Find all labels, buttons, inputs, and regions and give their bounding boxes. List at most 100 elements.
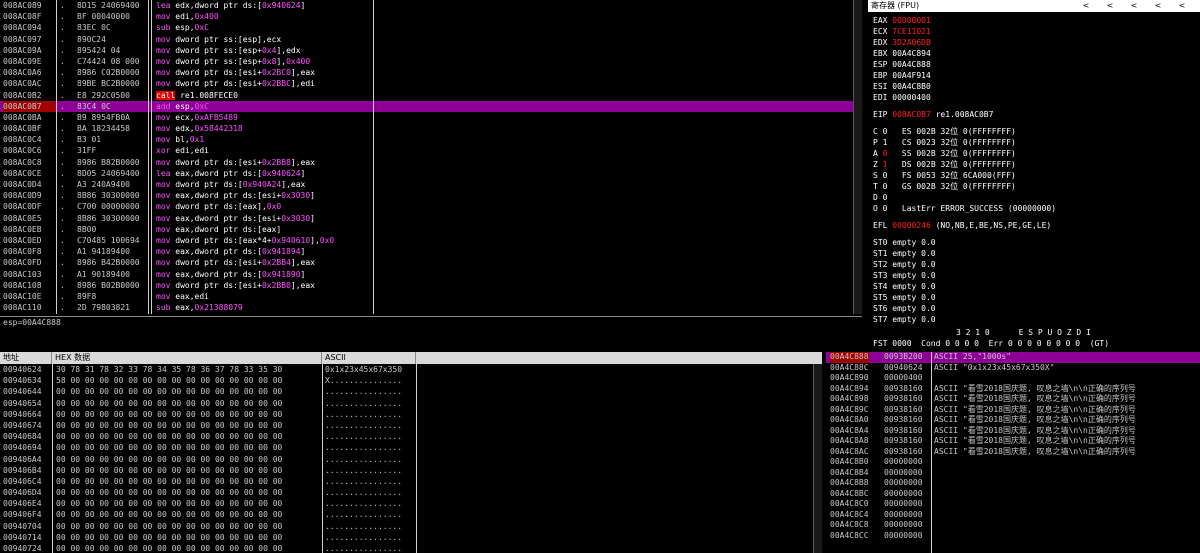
register-value[interactable]: 00A4C888 [892,60,931,69]
stack-row[interactable]: 00A4C8CC 00000000 [826,531,1200,542]
dump-row[interactable]: 009406F4 00 00 00 00 00 00 00 00 00 00 00… [0,509,822,520]
stack-row[interactable]: 00A4C8C8 00000000 [826,520,1200,531]
dump-row[interactable]: 00940634 58 00 00 00 00 00 00 00 00 00 00… [0,375,822,386]
disasm-row[interactable]: 008AC0D9. 8B86 30300000 mov eax,dword ptr … [0,190,862,201]
dump-header-ascii[interactable]: ASCII [322,352,416,364]
dump-address: 00940664 [3,409,42,419]
registers-pane[interactable]: 寄存器 (FPU) < < < < < EAX 00000001 ECX 7CE11021… [868,0,1200,350]
stack-row[interactable]: 00A4C898 00938160 ASCII "看雪2018国庆题, 叹息之墙\n… [826,394,1200,405]
disasm-row[interactable]: 008AC0ED. C70485 100694 mov dword ptr ds:[… [0,235,862,246]
register-value[interactable]: 3D2A06DB [892,38,931,47]
nav-arrow-icon[interactable]: < [1122,0,1146,12]
dump-row[interactable]: 009406A4 00 00 00 00 00 00 00 00 00 00 00… [0,454,822,465]
disasm-row[interactable]: 008AC09A. 895424 04 mov dword ptr ss:[esp+… [0,45,862,56]
nav-arrow-icon[interactable]: < [1074,0,1098,12]
dump-row[interactable]: 009406B4 00 00 00 00 00 00 00 00 00 00 00… [0,465,822,476]
stack-row[interactable]: 00A4C8C4 00000000 [826,510,1200,521]
disasm-row[interactable]: 008AC103. A1 90189400 mov eax,dword ptr ds… [0,269,862,280]
disasm-row[interactable]: 008AC0B2. E8 292C0500 call re1.008FECE0 [0,90,862,101]
disasm-row[interactable]: 008AC0F8. A1 94189400 mov eax,dword ptr ds… [0,246,862,257]
disasm-row[interactable]: 008AC0DF. C700 00000000 mov dword ptr ds:[… [0,201,862,212]
disasm-row[interactable]: 008AC089. 8D15 24069400 lea edx,dword ptr … [0,0,862,11]
stack-row[interactable]: 00A4C8B4 00000000 [826,468,1200,479]
register-value[interactable]: 008AC0B7 [892,110,931,119]
register-value[interactable]: 00A4F914 [892,71,931,80]
disasm-row[interactable]: 008AC108. 8986 B02B0000 mov dword ptr ds:[… [0,280,862,291]
nav-arrow-icon[interactable]: < [1098,0,1122,12]
disasm-row[interactable]: 008AC0CE. 8D05 24069400 lea eax,dword ptr … [0,168,862,179]
disasm-row[interactable]: 008AC0C6. 31FF xor edi,edi [0,145,862,156]
nav-arrow-icon[interactable]: < [1146,0,1170,12]
disasm-bytes: 8D15 24069400 [77,1,140,10]
disasm-row[interactable]: 008AC0C8. 8986 B82B0000 mov dword ptr ds:[… [0,157,862,168]
dump-row[interactable]: 00940724 00 00 00 00 00 00 00 00 00 00 00… [0,543,822,553]
stack-row[interactable]: 00A4C8AC 00938160 ASCII "看雪2018国庆题, 叹息之墙\n… [826,447,1200,458]
disasm-row[interactable]: 008AC0D4. A3 240A9400 mov dword ptr ds:[0x… [0,179,862,190]
disasm-row[interactable]: 008AC0FD. 8986 B42B0000 mov dword ptr ds:[… [0,257,862,268]
disasm-row[interactable]: 008AC0B7. 83C4 0C add esp,0xC [0,100,862,112]
dump-row[interactable]: 00940654 00 00 00 00 00 00 00 00 00 00 00… [0,398,822,409]
disasm-bytes: 89F8 [77,291,97,301]
dump-row[interactable]: 00940684 00 00 00 00 00 00 00 00 00 00 00… [0,431,822,442]
dump-header-hex[interactable]: HEX 数据 [52,352,322,364]
disasm-instruction: mov dword ptr ds:[esi+0x2BB0],eax [156,280,856,291]
dump-hex-bytes: 00 00 00 00 00 00 00 00 00 00 00 00 00 0… [56,443,283,453]
register-value[interactable]: 00000246 [892,221,931,230]
dump-row[interactable]: 00940694 00 00 00 00 00 00 00 00 00 00 00… [0,442,822,453]
register-value[interactable]: 00000001 [892,16,931,25]
hex-dump-pane[interactable]: 地址 HEX 数据 ASCII 00940624 30 78 31 78 32 3… [0,352,822,553]
register-value[interactable]: 00000400 [892,93,931,102]
stack-address: 00A4C88C [830,362,869,372]
stack-row[interactable]: 00A4C8C0 00000000 [826,499,1200,510]
dump-row[interactable]: 009406E4 00 00 00 00 00 00 00 00 00 00 00… [0,498,822,509]
dump-row[interactable]: 00940714 00 00 00 00 00 00 00 00 00 00 00… [0,532,822,543]
register-comment: re1.008AC0B7 [930,110,994,119]
dump-row[interactable]: 00940644 00 00 00 00 00 00 00 00 00 00 00… [0,386,822,397]
stack-row[interactable]: 00A4C88C 00940624 ASCII "0x1x23x45x67x350X… [826,363,1200,374]
dump-row[interactable]: 00940674 00 00 00 00 00 00 00 00 00 00 00… [0,420,822,431]
disasm-row[interactable]: 008AC094. 83EC 0C sub esp,0xC [0,22,862,33]
dump-row[interactable]: 009406D4 00 00 00 00 00 00 00 00 00 00 00… [0,487,822,498]
stack-row[interactable]: 00A4C8A4 00938160 ASCII "看雪2018国庆题, 叹息之墙\n… [826,426,1200,437]
disasm-row[interactable]: 008AC08F. BF 00040000 mov edi,0x400 [0,11,862,22]
dump-header-addr[interactable]: 地址 [0,352,52,364]
dump-row[interactable]: 00940704 00 00 00 00 00 00 00 00 00 00 00… [0,521,822,532]
stack-address: 00A4C8CC [830,530,869,540]
stack-row[interactable]: 00A4C89C 00938160 ASCII "看雪2018国庆题, 叹息之墙\n… [826,405,1200,416]
register-value[interactable]: 00A4C894 [892,49,931,58]
dump-scrollbar[interactable] [813,364,822,553]
stack-row[interactable]: 00A4C890 00000400 [826,373,1200,384]
register-value[interactable]: 00A4C8B0 [892,82,931,91]
stack-row[interactable]: 00A4C8A0 00938160 ASCII "看雪2018国庆题, 叹息之墙\n… [826,415,1200,426]
register-value[interactable]: 7CE11021 [892,27,931,36]
disasm-row[interactable]: 008AC10E. 89F8 mov eax,edi [0,291,862,302]
disasm-instruction: mov eax,dword ptr ds:[esi+0x3030] [156,190,856,201]
dump-row[interactable]: 009406C4 00 00 00 00 00 00 00 00 00 00 00… [0,476,822,487]
stack-row[interactable]: 00A4C8A8 00938160 ASCII "看雪2018国庆题, 叹息之墙\n… [826,436,1200,447]
stack-row[interactable]: 00A4C8B0 00000000 [826,457,1200,468]
disasm-row[interactable]: 008AC0A6. 8986 C02B0000 mov dword ptr ds:[… [0,67,862,78]
disasm-address: 008AC0F8 [3,247,42,257]
disasm-row[interactable]: 008AC09E. C74424 08 000 mov dword ptr ss:[… [0,56,862,67]
nav-arrow-icon[interactable]: < [1170,0,1194,12]
disasm-row[interactable]: 008AC0BA. B9 8954FB0A mov ecx,0xAFB5489 [0,112,862,123]
disasm-row[interactable]: 008AC0EB. 8B00 mov eax,dword ptr ds:[eax] [0,224,862,235]
stack-row[interactable]: 00A4C8BC 00000000 [826,489,1200,500]
disasm-row[interactable]: 008AC0AC. 89BE BC2B0000 mov dword ptr ds:[… [0,78,862,89]
disasm-immediate: 0x21388079 [194,303,243,313]
dump-row[interactable]: 00940624 30 78 31 78 32 33 78 34 35 78 36… [0,364,822,375]
disassembly-pane[interactable]: 008AC089. 8D15 24069400 lea edx,dword ptr … [0,0,862,314]
fpu-status-header: 3 2 1 0 E S P U O Z D I [956,328,1091,337]
stack-value: 00000000 [884,509,923,519]
disasm-row[interactable]: 008AC0E5. 8B86 30300000 mov eax,dword ptr … [0,213,862,224]
disasm-row[interactable]: 008AC110. 2D 79803821 sub eax,0x21388079 [0,302,862,313]
disassembly-scrollbar[interactable] [853,0,862,314]
stack-row[interactable]: 00A4C888 0093B200 ASCII 25,"1000s" [826,352,1200,363]
dump-row[interactable]: 00940664 00 00 00 00 00 00 00 00 00 00 00… [0,409,822,420]
disasm-row[interactable]: 008AC0C4. B3 01 mov bl,0x1 [0,134,862,145]
disasm-row[interactable]: 008AC0BF. BA 18234458 mov edx,0x58442318 [0,123,862,134]
stack-row[interactable]: 00A4C894 00938160 ASCII "看雪2018国庆题, 叹息之墙\n… [826,384,1200,395]
stack-row[interactable]: 00A4C8B8 00000000 [826,478,1200,489]
stack-pane[interactable]: 00A4C888 0093B200 ASCII 25,"1000s" 00A4C88C… [826,352,1200,553]
disasm-row[interactable]: 008AC097. 890C24 mov dword ptr ss:[esp],ec… [0,34,862,45]
